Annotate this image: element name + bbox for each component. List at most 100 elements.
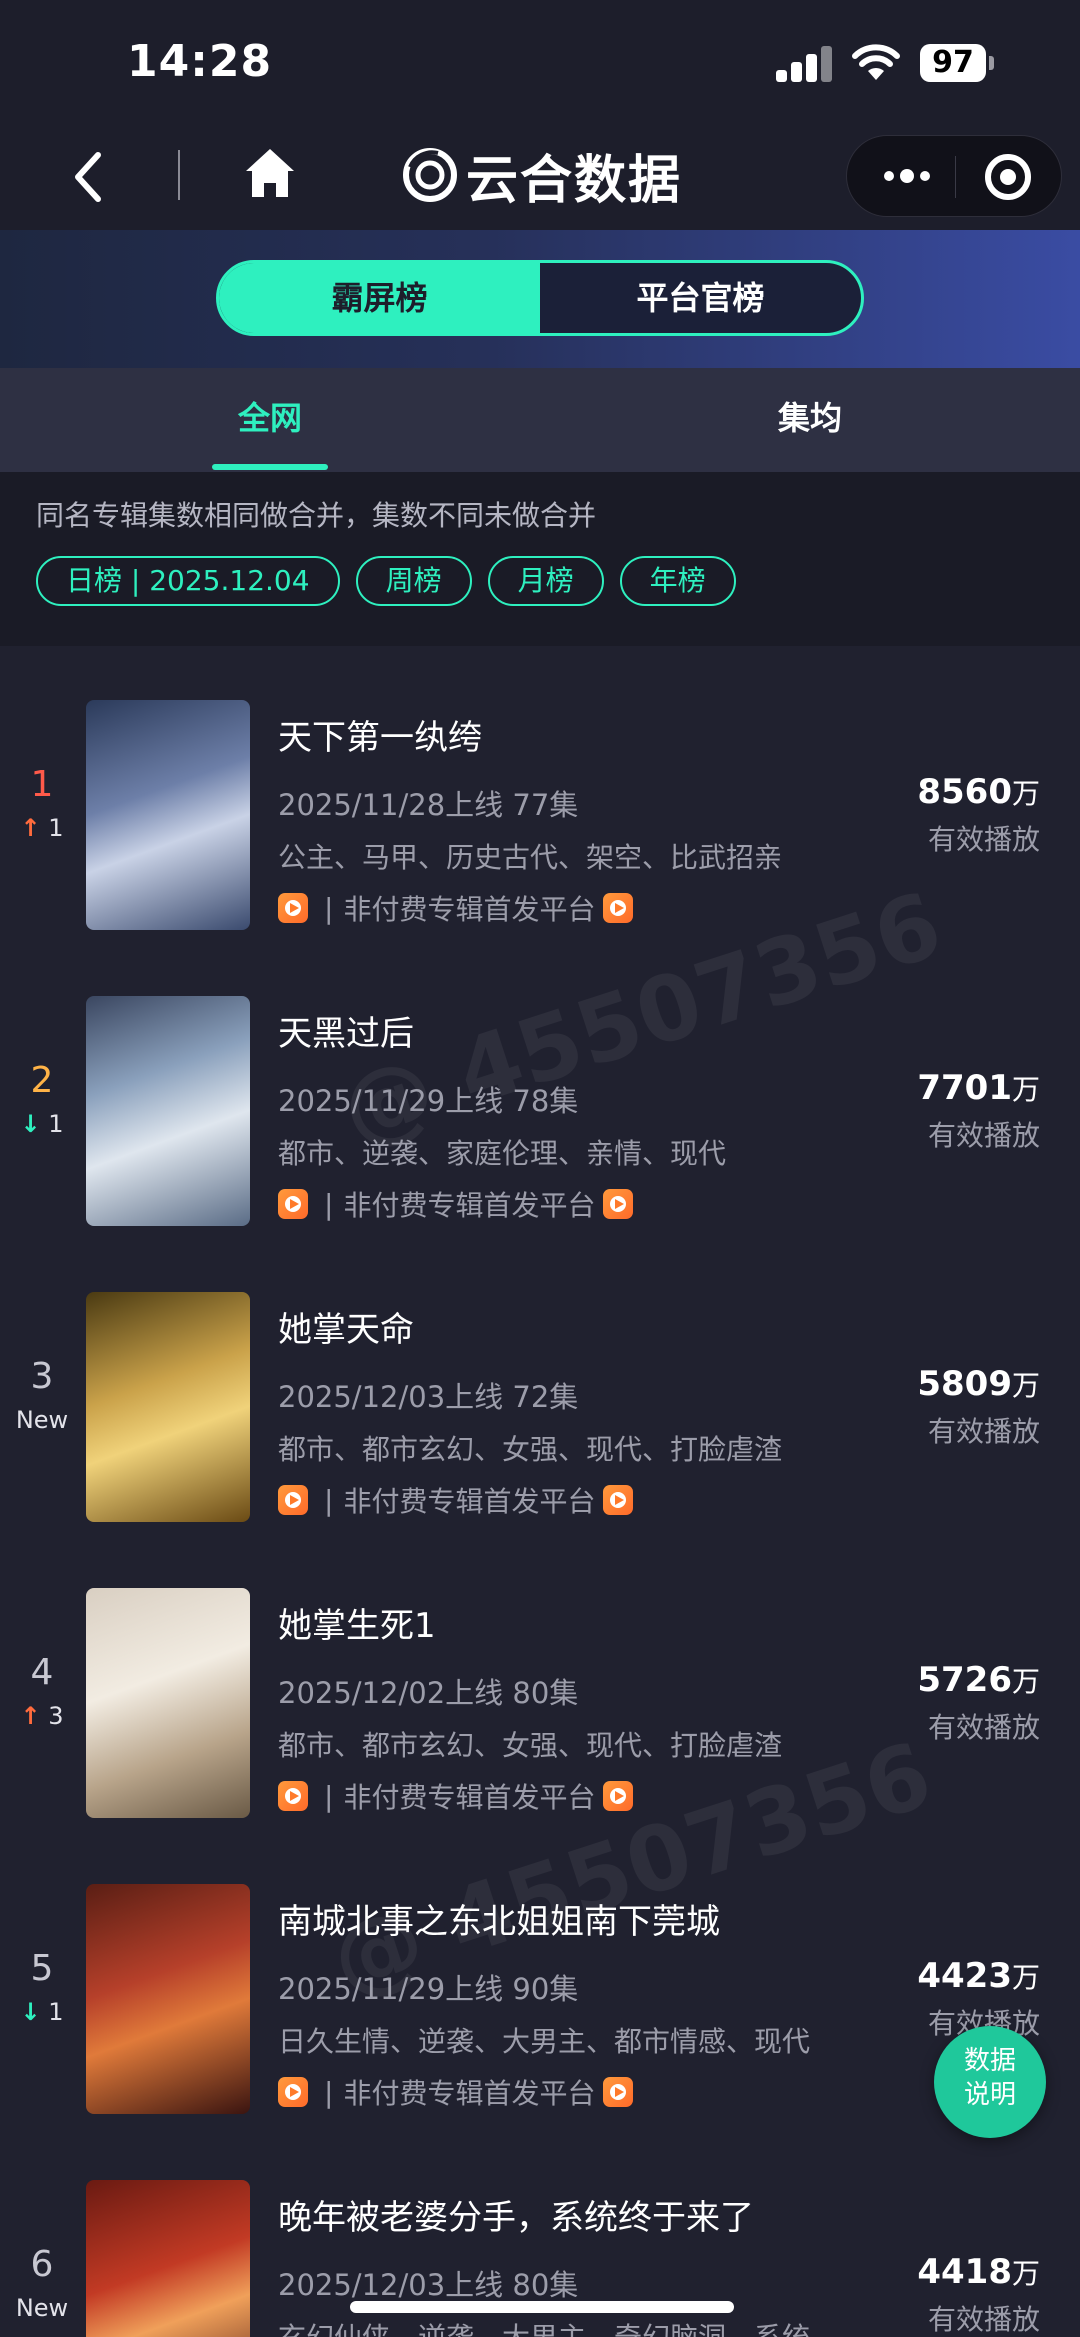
battery-level: 97 xyxy=(920,44,986,82)
rank-number: 3 xyxy=(30,1356,54,1397)
release-meta: 2025/11/28上线 77集 xyxy=(278,788,579,822)
signal-icon xyxy=(776,46,834,82)
drama-title[interactable]: 她掌天命 xyxy=(278,1302,414,1351)
plays-label: 有效播放 xyxy=(927,823,1040,856)
video-platform-icon xyxy=(603,1485,634,1515)
home-indicator xyxy=(350,2301,734,2313)
platform-label: 非付费专辑首发平台 xyxy=(343,1189,596,1222)
home-icon[interactable] xyxy=(242,145,298,201)
release-meta: 2025/11/29上线 90集 xyxy=(278,1972,579,2006)
toggle-dominant-board[interactable]: 霸屏榜 xyxy=(219,263,540,333)
release-meta: 2025/12/03上线 72集 xyxy=(278,1380,579,1414)
plays-block: 7701万 有效播放 xyxy=(917,1068,1040,1154)
list-item[interactable]: 4 ↑ 3 她掌生死1 2025/12/02上线 80集 都市、都市玄幻、女强、… xyxy=(0,1536,1080,1831)
drama-title[interactable]: 晚年被老婆分手，系统终于来了 xyxy=(278,2190,754,2239)
toggle-platform-board[interactable]: 平台官榜 xyxy=(540,263,861,333)
platform-row: | 非付费专辑首发平台 xyxy=(278,1776,634,1816)
arrow-down-icon: ↓ xyxy=(20,1110,41,1138)
tab-bar: 全网 集均 xyxy=(0,368,1080,472)
back-icon[interactable] xyxy=(68,147,108,207)
genre-tags: 都市、逆袭、家庭伦理、亲情、现代 xyxy=(278,1137,727,1170)
poster-image[interactable] xyxy=(86,700,250,930)
platform-label: 非付费专辑首发平台 xyxy=(343,893,596,926)
status-bar: 14:28 97 xyxy=(0,0,1080,125)
plays-block: 8560万 有效播放 xyxy=(917,772,1040,858)
float-label-1: 数据 xyxy=(963,2046,1016,2076)
list-item[interactable]: 2 ↓ 1 天黑过后 2025/11/29上线 78集 都市、逆袭、家庭伦理、亲… xyxy=(0,944,1080,1239)
arrow-down-icon: ↓ xyxy=(20,1998,41,2026)
platform-label: 非付费专辑首发平台 xyxy=(343,1485,596,1518)
video-platform-icon xyxy=(603,1781,634,1811)
plays-unit: 万 xyxy=(1011,1073,1040,1106)
close-target-icon[interactable] xyxy=(985,154,1031,200)
plays-block: 5726万 有效播放 xyxy=(917,1660,1040,1746)
video-platform-icon xyxy=(603,893,634,923)
ranking-list: @ 45507356 @ 45507356 1 ↑ 1 天下第一纨绔 2025/… xyxy=(0,646,1080,2337)
chip-weekly[interactable]: 周榜 xyxy=(355,556,472,606)
list-item[interactable]: 5 ↓ 1 南城北事之东北姐姐南下莞城 2025/11/29上线 90集 日久生… xyxy=(0,1832,1080,2127)
poster-image[interactable] xyxy=(86,996,250,1226)
list-item[interactable]: 3 New 她掌天命 2025/12/03上线 72集 都市、都市玄幻、女强、现… xyxy=(0,1240,1080,1535)
brand-name: 云合数据 xyxy=(466,150,683,211)
rank-change-label: 3 xyxy=(48,1702,64,1730)
list-item[interactable]: 1 ↑ 1 天下第一纨绔 2025/11/28上线 77集 公主、马甲、历史古代… xyxy=(0,648,1080,943)
rank-number: 4 xyxy=(30,1652,54,1693)
data-explanation-button[interactable]: 数据 说明 xyxy=(934,2026,1046,2138)
genre-tags: 公主、马甲、历史古代、架空、比武招亲 xyxy=(278,841,783,874)
platform-row: | 非付费专辑首发平台 xyxy=(278,1184,634,1224)
arrow-up-icon: ↑ xyxy=(20,1702,41,1730)
poster-image[interactable] xyxy=(86,1292,250,1522)
video-platform-icon xyxy=(278,1189,308,1219)
genre-tags: 日久生情、逆袭、大男主、都市情感、现代 xyxy=(278,2025,811,2058)
rank-change-label: New xyxy=(15,1406,69,1434)
filter-section: 同名专辑集数相同做合并，集数不同未做合并 日榜 | 2025.12.04 周榜 … xyxy=(0,472,1080,646)
plays-value: 5809 xyxy=(917,1364,1012,1404)
nav-bar: 云合数据 xyxy=(0,125,1080,230)
poster-image[interactable] xyxy=(86,1588,250,1818)
brand: 云合数据 xyxy=(402,143,682,211)
rank-change: New xyxy=(0,2294,84,2322)
chip-daily[interactable]: 日榜 | 2025.12.04 xyxy=(36,556,340,606)
tab-per-episode[interactable]: 集均 xyxy=(540,368,1080,472)
plays-unit: 万 xyxy=(1011,1369,1040,1402)
status-time: 14:28 xyxy=(127,36,273,87)
drama-title[interactable]: 南城北事之东北姐姐南下莞城 xyxy=(278,1894,720,1943)
video-platform-icon xyxy=(603,1189,634,1219)
float-label-2: 说明 xyxy=(963,2080,1016,2110)
rank-change-label: 1 xyxy=(48,1110,64,1138)
poster-image[interactable] xyxy=(86,1884,250,2114)
rank-number: 2 xyxy=(30,1060,54,1101)
video-platform-icon xyxy=(278,2077,308,2107)
plays-label: 有效播放 xyxy=(927,1415,1040,1448)
platform-label: 非付费专辑首发平台 xyxy=(343,1781,596,1814)
brand-logo-icon xyxy=(403,148,457,202)
drama-title[interactable]: 天黑过后 xyxy=(278,1006,414,1055)
video-platform-icon xyxy=(603,2077,634,2107)
plays-unit: 万 xyxy=(1011,1961,1040,1994)
rank-change-label: 1 xyxy=(48,1998,64,2026)
plays-value: 4423 xyxy=(917,1956,1012,1996)
chip-monthly[interactable]: 月榜 xyxy=(487,556,604,606)
plays-value: 7701 xyxy=(917,1068,1012,1108)
mini-program-capsule xyxy=(846,135,1062,217)
nav-divider xyxy=(178,150,180,200)
video-platform-icon xyxy=(278,1485,308,1515)
genre-tags: 玄幻仙侠、逆袭、大男主、奇幻脑洞、系统 xyxy=(278,2316,810,2337)
drama-title[interactable]: 天下第一纨绔 xyxy=(278,710,482,759)
plays-unit: 万 xyxy=(1011,2257,1040,2290)
platform-row: | 非付费专辑首发平台 xyxy=(278,888,634,928)
drama-title[interactable]: 她掌生死1 xyxy=(278,1598,436,1647)
rank-number: 5 xyxy=(30,1948,54,1989)
chip-yearly[interactable]: 年榜 xyxy=(619,556,736,606)
arrow-up-icon: ↑ xyxy=(20,814,41,842)
poster-image[interactable] xyxy=(86,2180,250,2337)
platform-row: | 非付费专辑首发平台 xyxy=(278,1480,634,1520)
wifi-icon xyxy=(852,44,900,80)
rank-change: ↓ 1 xyxy=(0,1998,84,2026)
release-meta: 2025/12/03上线 80集 xyxy=(278,2268,579,2302)
platform-label: 非付费专辑首发平台 xyxy=(343,2077,596,2110)
plays-block: 4418万 有效播放 xyxy=(917,2252,1040,2337)
rank-change: New xyxy=(0,1406,84,1434)
tab-all-network[interactable]: 全网 xyxy=(0,368,540,472)
more-icon[interactable] xyxy=(877,156,937,196)
